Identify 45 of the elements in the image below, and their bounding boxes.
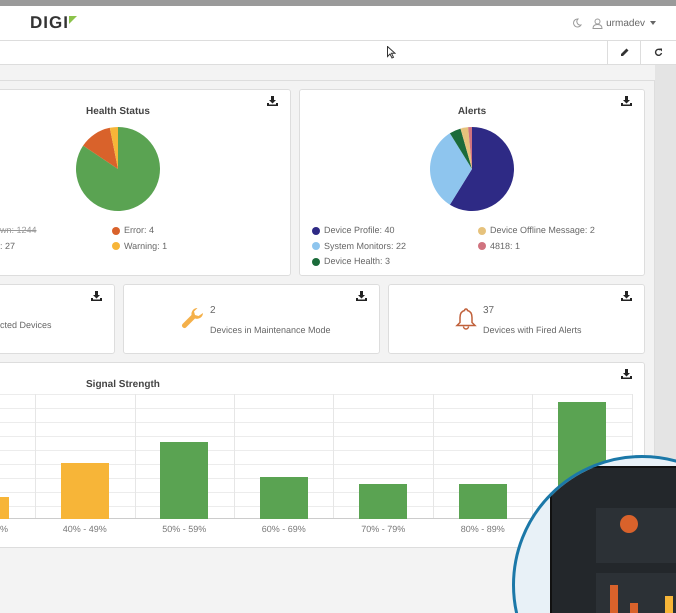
legend-label[interactable]: wn: 1244 [0,224,37,238]
legend-label[interactable]: Device Health: 3 [324,255,390,268]
bar [359,484,407,519]
stat-count: 37 [483,304,496,318]
chart-title: Alerts [458,105,486,119]
user-menu[interactable]: urmadev [606,16,656,30]
bar [0,497,9,519]
legend-label[interactable]: : 27 [0,240,16,253]
legend-label[interactable]: Warning: 1 [124,240,168,253]
user-icon[interactable] [592,18,604,28]
mouse-pointer-icon [386,46,396,59]
stat-label: Devices in Maintenance Mode [210,324,331,337]
axis-label: % [0,523,8,536]
download-icon[interactable] [356,291,367,301]
axis-label: 60% - 69% [262,523,306,536]
stat-label: cted Devices [0,319,52,332]
bar [60,463,108,519]
axis-label: 70% - 79% [361,523,406,536]
download-icon[interactable] [621,96,632,106]
stat-count: 2 [210,304,217,318]
bell-icon [454,307,478,331]
bar [458,484,506,519]
caret-icon [650,21,656,25]
download-icon[interactable] [621,291,632,301]
chart-title: Signal Strength [86,378,161,392]
chart-title: Health Status [86,105,150,119]
download-icon[interactable] [267,96,278,106]
legend-label[interactable]: Device Offline Message: 2 [490,224,595,238]
legend-label[interactable]: Error: 4 [124,224,154,238]
axis-label: 80% - 89% [460,523,505,536]
logo[interactable]: DIGI [30,10,69,36]
bar [260,477,308,519]
axis-label: 40% - 49% [62,523,107,536]
logo-mark-icon [68,16,77,24]
download-icon[interactable] [91,291,102,301]
wrench-icon [181,307,205,331]
moon-icon[interactable] [572,18,582,28]
axis-label: 50% - 59% [162,523,206,536]
refresh-icon [654,48,663,57]
legend-label[interactable]: System Monitors: 22 [324,240,406,253]
stat-label: Devices with Fired Alerts [483,324,582,337]
legend-label[interactable]: 4818: 1 [490,240,520,253]
legend-label[interactable]: Device Profile: 40 [324,224,395,238]
pencil-icon [620,48,628,57]
download-icon[interactable] [621,369,632,379]
